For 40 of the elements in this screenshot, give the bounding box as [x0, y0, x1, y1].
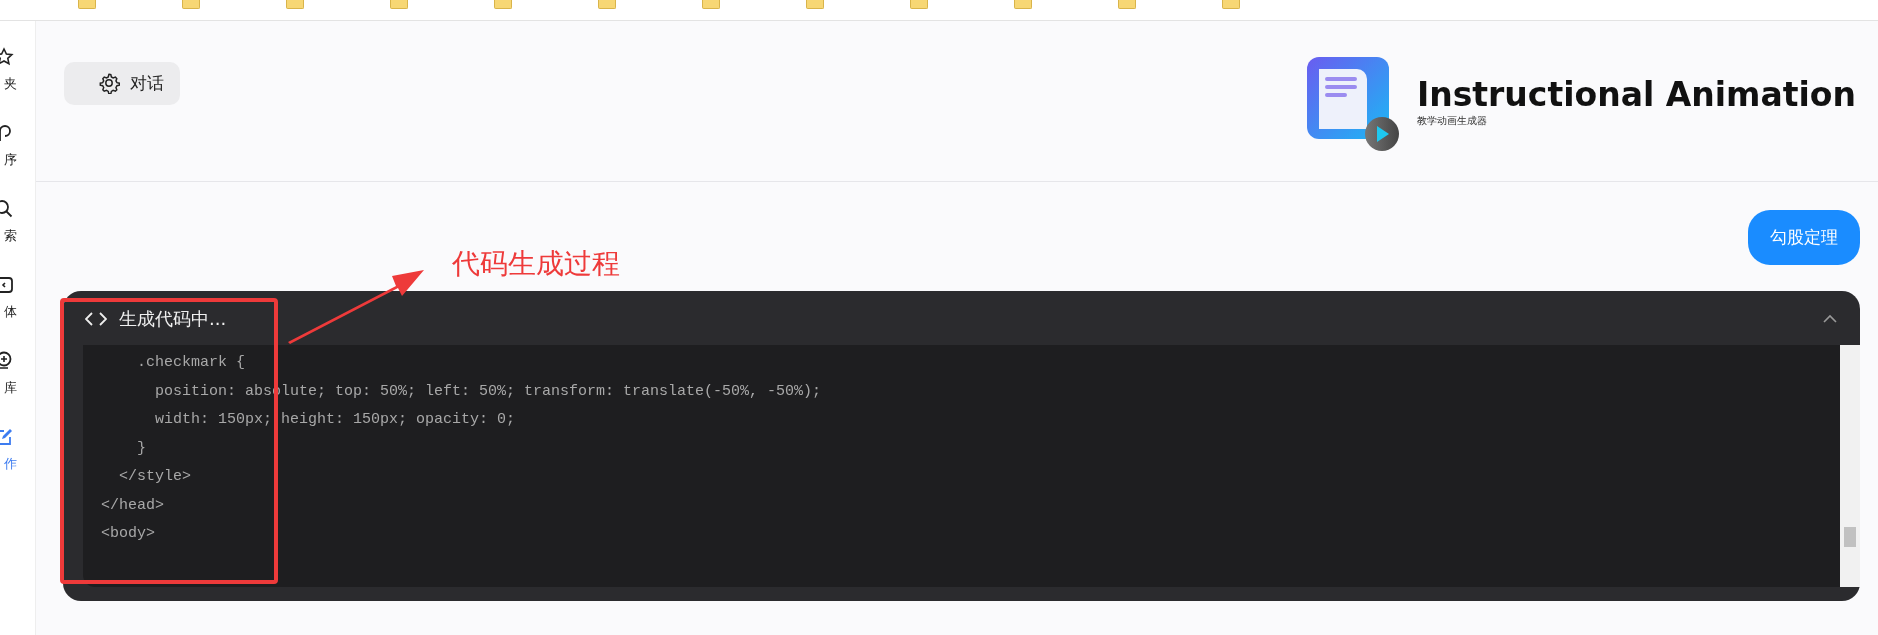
- app-title: Instructional Animation: [1416, 74, 1856, 114]
- sidebar-item[interactable]: 库: [4, 379, 17, 397]
- search-icon[interactable]: [0, 199, 14, 219]
- folder-icon[interactable]: [1014, 0, 1032, 9]
- code-icon: [85, 311, 107, 327]
- panel-title: 生成代码中...: [119, 307, 227, 331]
- code-line: </style>: [118, 468, 192, 485]
- app-subtitle: 教学动画生成器: [1416, 113, 1488, 128]
- sidebar-item[interactable]: 夹: [4, 75, 17, 93]
- star-icon[interactable]: [0, 47, 14, 67]
- hook-icon[interactable]: [0, 123, 14, 143]
- code-line: <body>: [100, 525, 155, 542]
- folder-icon[interactable]: [494, 0, 512, 9]
- folder-icon[interactable]: [598, 0, 616, 9]
- folder-icon[interactable]: [910, 0, 928, 9]
- annotation-text: 代码生成过程: [452, 246, 620, 282]
- folder-icon[interactable]: [390, 0, 408, 9]
- settings-icon: [98, 72, 120, 94]
- sidebar-item[interactable]: 索: [4, 227, 17, 245]
- folder-icon[interactable]: [182, 0, 200, 9]
- code-line: }: [136, 439, 146, 457]
- collapse-icon[interactable]: [1822, 314, 1838, 324]
- folder-icon[interactable]: [1222, 0, 1240, 9]
- code-line: width: 150px; height: 150px; opacity: 0;: [154, 411, 516, 428]
- pen-icon[interactable]: [0, 427, 14, 447]
- bulb-icon[interactable]: [0, 351, 14, 371]
- folder-icon[interactable]: [286, 0, 304, 9]
- folder-icon[interactable]: [1118, 0, 1136, 9]
- sidebar-item[interactable]: 序: [4, 151, 17, 169]
- scrollbar[interactable]: [1840, 345, 1860, 587]
- code-line: </head>: [100, 496, 164, 514]
- sidebar-item[interactable]: 作: [4, 455, 17, 473]
- folder-icon[interactable]: [78, 0, 96, 9]
- folder-icon[interactable]: [806, 0, 824, 9]
- agent-icon[interactable]: [0, 275, 14, 295]
- folder-icon[interactable]: [702, 0, 720, 9]
- user-message: 勾股定理: [1748, 210, 1860, 265]
- chat-button[interactable]: 对话: [64, 61, 180, 105]
- code-line: .checkmark {: [136, 354, 246, 371]
- sidebar-item[interactable]: 体: [4, 303, 17, 321]
